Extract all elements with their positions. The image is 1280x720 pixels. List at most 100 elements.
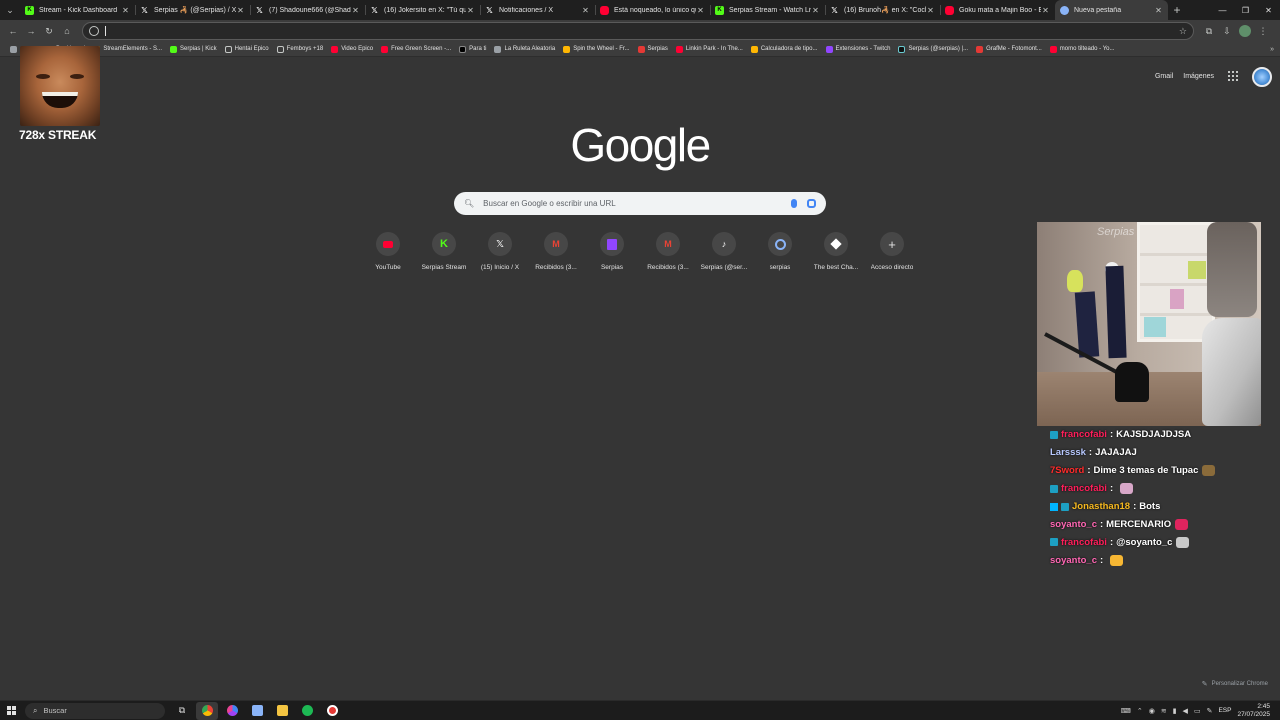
home-button[interactable]: ⌂	[58, 22, 76, 40]
microphone-icon[interactable]: ▮	[1173, 707, 1177, 715]
search-box[interactable]: 🔍︎	[454, 192, 826, 215]
shortcut-tile[interactable]: M Recibidos (3...	[528, 232, 584, 271]
tab-0[interactable]: K Stream - Kick Dashboard ✕	[20, 0, 135, 20]
taskbar-spotify[interactable]	[296, 702, 318, 720]
maximize-button[interactable]: ❐	[1234, 0, 1257, 20]
bookmark-item[interactable]: StreamElements - S...	[89, 45, 166, 53]
images-link[interactable]: Imágenes	[1183, 73, 1214, 80]
close-icon[interactable]: ✕	[581, 6, 590, 15]
chat-username[interactable]: francofabi	[1061, 483, 1107, 494]
customize-chrome-button[interactable]: ✎ Personalizar Chrome	[1202, 677, 1268, 691]
bookmark-item[interactable]: Femboys +18	[273, 45, 328, 53]
shortcut-tile[interactable]: K Serpias Stream	[416, 232, 472, 271]
close-icon[interactable]: ✕	[1154, 6, 1163, 15]
reload-button[interactable]: ↻	[40, 22, 58, 40]
network-icon[interactable]: ◉	[1149, 707, 1155, 715]
shortcut-tile[interactable]: YouTube	[360, 232, 416, 271]
tab-7[interactable]: 𝕏 (16) Brunoh🦂 en X: "Coche ✕	[825, 0, 940, 20]
x-icon: 𝕏	[256, 5, 263, 15]
chat-username[interactable]: soyanto_c	[1050, 555, 1097, 566]
bookmark-item[interactable]: Spin the Wheel - Fr...	[559, 45, 633, 53]
chat-username[interactable]: francofabi	[1061, 537, 1107, 548]
bookmark-item[interactable]: Video Epico	[327, 45, 377, 53]
shortcut-tile[interactable]: Serpias	[584, 232, 640, 271]
bookmark-item[interactable]: Calculadora de tipo...	[747, 45, 822, 53]
pencil-icon: ✎	[1201, 681, 1208, 688]
bookmark-item[interactable]: Serpias (@serpias) |...	[894, 45, 972, 53]
close-icon[interactable]: ✕	[696, 6, 705, 15]
bookmark-item[interactable]: momo tilteado - Yo...	[1046, 45, 1119, 53]
menu-icon[interactable]: ⋮	[1254, 25, 1272, 37]
wifi-icon[interactable]: ≋	[1161, 707, 1167, 715]
chat-username[interactable]: 7Sword	[1050, 465, 1084, 476]
back-button[interactable]: ←	[4, 22, 22, 40]
battery-icon[interactable]: ▭	[1194, 707, 1201, 715]
tab-3[interactable]: 𝕏 (16) Jokersito en X: "Tú que l ✕	[365, 0, 480, 20]
tab-2[interactable]: 𝕏 (7) Shadoune666 (@Shadou ✕	[250, 0, 365, 20]
shortcut-tile[interactable]: ♪ Serpias (@ser...	[696, 232, 752, 271]
taskbar-chrome[interactable]	[196, 701, 218, 720]
chevron-up-icon[interactable]: ⌃	[1137, 707, 1143, 715]
close-icon[interactable]: ✕	[351, 6, 360, 15]
tab-9[interactable]: Nueva pestaña ✕	[1055, 0, 1168, 20]
tab-search-button[interactable]: ⌄	[0, 0, 20, 20]
close-icon[interactable]: ✕	[466, 6, 475, 15]
address-bar[interactable]: ☆	[82, 22, 1194, 40]
bookmark-item[interactable]: Hentai Epico	[221, 45, 273, 53]
taskbar-file-explorer[interactable]	[271, 702, 293, 720]
taskbar-search[interactable]: ⌕ Buscar	[25, 702, 165, 719]
language-indicator[interactable]: ESP	[1218, 707, 1231, 714]
bookmark-item[interactable]: GrafMe - Fotomont...	[972, 45, 1046, 53]
downloads-icon[interactable]: ⇩	[1218, 25, 1236, 37]
bookmark-star-icon[interactable]: ☆	[1179, 26, 1187, 37]
bookmark-item[interactable]: Serpias	[634, 45, 672, 53]
google-lens-icon[interactable]	[807, 199, 816, 208]
microphone-icon[interactable]	[791, 199, 797, 208]
close-icon[interactable]: ✕	[811, 6, 820, 15]
tab-5[interactable]: Está noqueado, lo único que ✕	[595, 0, 710, 20]
tab-4[interactable]: 𝕏 Notificaciones / X ✕	[480, 0, 595, 20]
shortcut-tile[interactable]: serpias	[752, 232, 808, 271]
bookmark-item[interactable]: Para ti	[455, 45, 490, 53]
bookmark-item[interactable]: La Ruleta Aleatoria	[490, 45, 559, 53]
shortcut-tile[interactable]: M Recibidos (3...	[640, 232, 696, 271]
bookmark-item[interactable]: Serpias | Kick	[166, 45, 221, 53]
taskbar-chrome-profile[interactable]	[221, 702, 243, 720]
new-tab-button[interactable]: +	[1168, 0, 1186, 20]
gmail-link[interactable]: Gmail	[1155, 73, 1173, 80]
bookmark-item[interactable]: Linkin Park - In The...	[672, 45, 747, 53]
clock[interactable]: 2:45 27/07/2025	[1237, 703, 1270, 719]
close-icon[interactable]: ✕	[1041, 6, 1050, 15]
account-avatar[interactable]	[1252, 67, 1272, 87]
minimize-button[interactable]: —	[1211, 0, 1234, 20]
pen-icon[interactable]: ✎	[1207, 707, 1213, 715]
keyboard-icon[interactable]: ⌨	[1121, 707, 1131, 715]
chat-username[interactable]: soyanto_c	[1050, 519, 1097, 530]
shortcut-tile[interactable]: + Acceso directo	[864, 232, 920, 271]
close-icon[interactable]: ✕	[926, 6, 935, 15]
profile-avatar[interactable]	[1239, 25, 1251, 37]
extensions-icon[interactable]: ⧉	[1200, 25, 1218, 37]
tab-6[interactable]: K Serpias Stream - Watch Live o✕	[710, 0, 825, 20]
close-icon[interactable]: ✕	[121, 6, 130, 15]
chat-username[interactable]: Jonasthan18	[1072, 501, 1130, 512]
taskbar-obs[interactable]	[321, 702, 343, 720]
tab-8[interactable]: Goku mata a Majin Boo - ÉPI ✕	[940, 0, 1055, 20]
shortcut-tile[interactable]: The best Cha...	[808, 232, 864, 271]
search-input[interactable]	[483, 199, 791, 208]
close-icon[interactable]: ✕	[236, 6, 245, 15]
google-apps-icon[interactable]	[1228, 71, 1238, 81]
close-window-button[interactable]: ✕	[1257, 0, 1280, 20]
shortcut-tile[interactable]: 𝕏 (15) Inicio / X	[472, 232, 528, 271]
start-button[interactable]	[0, 701, 22, 720]
bookmark-item[interactable]: Extensiones - Twitch	[822, 45, 895, 53]
chat-username[interactable]: Larsssk	[1050, 447, 1086, 458]
chat-username[interactable]: francofabi	[1061, 429, 1107, 440]
tab-1[interactable]: 𝕏 Serpias 🦂 (@Serpias) / X ✕	[135, 0, 250, 20]
chevron-right-icon[interactable]: »	[1270, 46, 1274, 53]
forward-button[interactable]: →	[22, 22, 40, 40]
taskbar-app[interactable]	[246, 702, 268, 720]
volume-icon[interactable]: ◀	[1183, 707, 1188, 715]
bookmark-item[interactable]: Free Green Screen -...	[377, 45, 455, 53]
task-view-button[interactable]: ⧉	[171, 702, 193, 720]
